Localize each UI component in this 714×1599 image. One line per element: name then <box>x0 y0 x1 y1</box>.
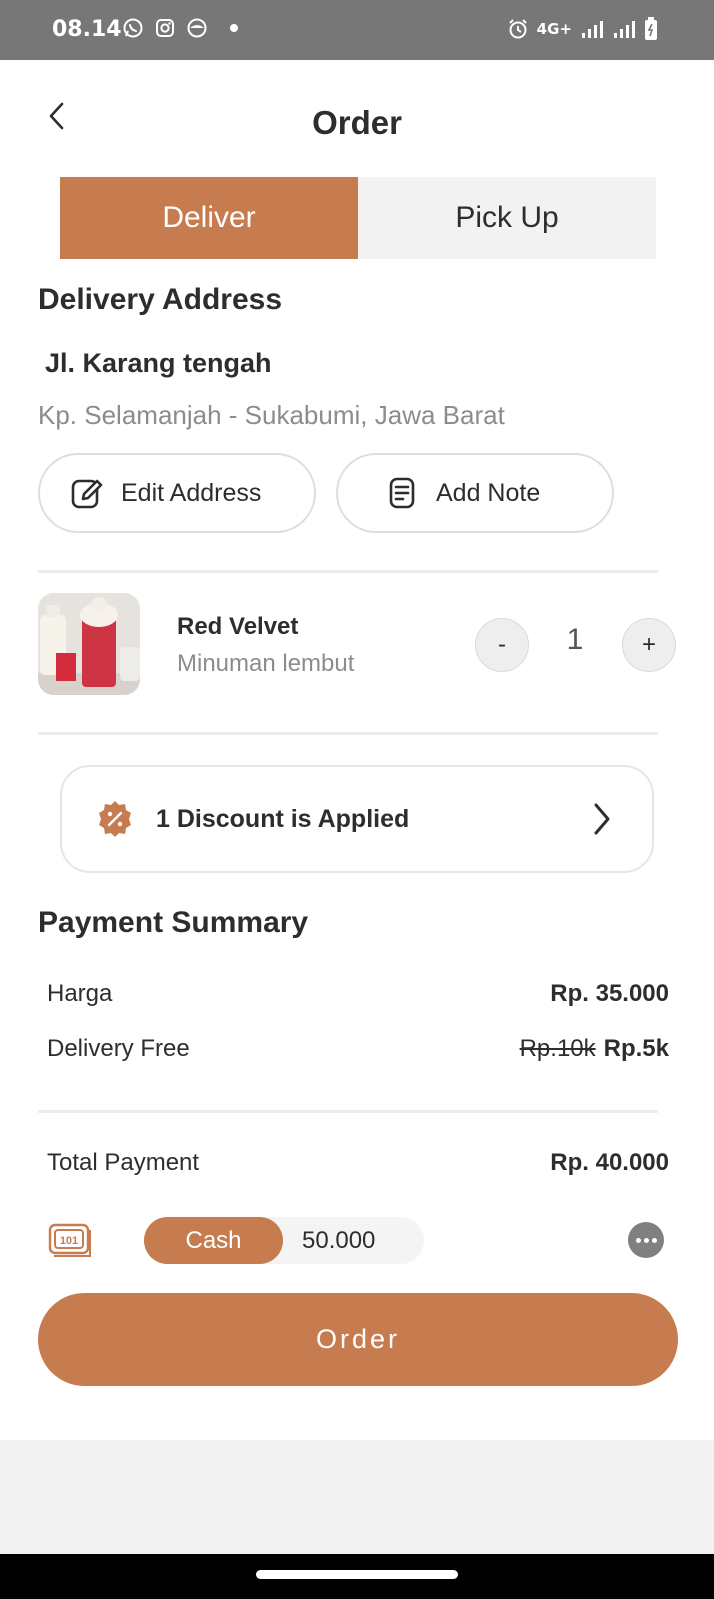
edit-address-button[interactable]: Edit Address <box>38 453 316 533</box>
status-bar: 08.14 4G+ <box>0 0 714 60</box>
payment-summary-heading: Payment Summary <box>38 906 309 939</box>
battery-icon <box>645 17 657 40</box>
total-payment-label: Total Payment <box>47 1149 200 1176</box>
system-navigation-bar <box>0 1554 714 1599</box>
add-note-label: Add Note <box>436 478 541 507</box>
note-icon <box>382 473 422 513</box>
whatsapp-icon <box>123 18 143 38</box>
system-status-icons: 4G+ <box>507 17 658 41</box>
price-label: Harga <box>47 980 113 1007</box>
delivery-fee-value: Rp.10k Rp.5k <box>520 1035 669 1063</box>
add-note-button[interactable]: Add Note <box>336 453 614 533</box>
discount-card[interactable]: 1 Discount is Applied <box>60 765 654 873</box>
chevron-right-icon <box>594 803 610 835</box>
status-time: 08.14 <box>52 17 122 42</box>
delivery-fee-original: Rp.10k <box>519 1035 596 1062</box>
price-value: Rp. 35.000 <box>550 980 669 1007</box>
delivery-fee-discounted: Rp.5k <box>603 1035 669 1062</box>
address-detail: Kp. Selamanjah - Sukabumi, Jawa Barat <box>38 400 505 430</box>
product-description: Minuman lembut <box>177 650 355 677</box>
dot-icon <box>230 24 238 32</box>
delivery-address-heading: Delivery Address <box>38 283 283 316</box>
svg-text:101: 101 <box>60 1235 78 1247</box>
divider <box>38 1110 658 1113</box>
divider <box>38 570 658 573</box>
increase-quantity-button[interactable]: + <box>622 618 676 672</box>
home-indicator[interactable] <box>256 1570 458 1579</box>
more-options-button[interactable] <box>628 1222 664 1258</box>
cash-icon: 101 <box>48 1223 91 1257</box>
edit-address-label: Edit Address <box>121 478 262 507</box>
payment-amount: 50.000 <box>302 1226 376 1254</box>
payment-method-selector[interactable]: Cash 50.000 <box>144 1217 424 1264</box>
tab-deliver[interactable]: Deliver <box>60 177 358 259</box>
app-notification-icon <box>187 18 207 38</box>
alarm-icon <box>508 19 527 39</box>
edit-icon <box>67 473 107 513</box>
delivery-fee-label: Delivery Free <box>47 1035 190 1062</box>
decrease-quantity-button[interactable]: - <box>475 618 529 672</box>
address-street: Jl. Karang tengah <box>45 348 272 378</box>
discount-label: 1 Discount is Applied <box>156 804 410 833</box>
signal-icon-2 <box>614 21 635 38</box>
product-name: Red Velvet <box>177 613 299 640</box>
order-button[interactable]: Order <box>38 1293 678 1386</box>
delivery-mode-tabs: Deliver Pick Up <box>60 177 656 259</box>
more-dot <box>635 1237 641 1243</box>
instagram-icon <box>156 19 174 37</box>
notification-icons <box>122 17 240 39</box>
tab-pick-up[interactable]: Pick Up <box>358 177 656 259</box>
header: Order <box>0 60 714 170</box>
product-image <box>38 593 140 695</box>
network-type: 4G+ <box>536 20 572 38</box>
more-dot <box>651 1237 657 1243</box>
divider <box>38 732 658 735</box>
page-title: Order <box>312 104 402 141</box>
bottom-area <box>0 1440 714 1554</box>
payment-method-cash[interactable]: Cash <box>144 1217 283 1264</box>
discount-badge-icon <box>99 801 131 837</box>
total-payment-value: Rp. 40.000 <box>550 1149 669 1176</box>
signal-icon <box>582 21 603 38</box>
more-dot <box>643 1237 649 1243</box>
quantity-value: 1 <box>566 623 584 656</box>
